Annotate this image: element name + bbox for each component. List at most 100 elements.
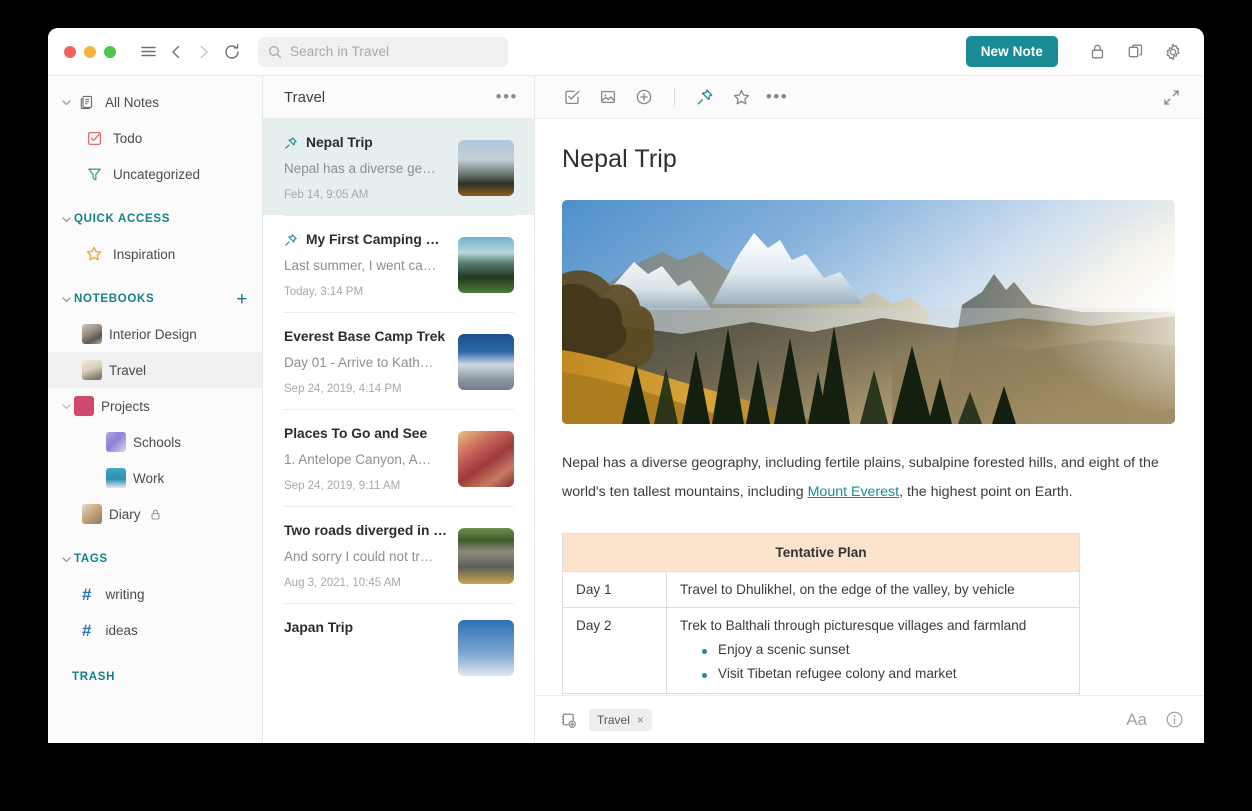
notebook-thumb-icon bbox=[106, 432, 126, 452]
list-item[interactable]: My First Camping … Last summer, I went c… bbox=[263, 216, 534, 312]
table-header-row: Tentative Plan bbox=[563, 534, 1080, 572]
list-item[interactable]: Two roads diverged in … And sorry I coul… bbox=[263, 507, 534, 603]
image-icon[interactable] bbox=[593, 82, 623, 112]
chevron-down-icon[interactable] bbox=[58, 97, 74, 108]
new-note-button[interactable]: New Note bbox=[966, 36, 1058, 67]
note-editor: ••• Nepal Trip bbox=[535, 76, 1204, 743]
list-item-thumbnail bbox=[458, 620, 514, 676]
app-window: Search in Travel New Note bbox=[48, 28, 1204, 743]
plus-circle-icon[interactable] bbox=[629, 82, 659, 112]
chevron-left-icon[interactable] bbox=[162, 38, 190, 66]
add-notebook-button[interactable]: + bbox=[236, 290, 248, 309]
info-icon[interactable] bbox=[1165, 710, 1184, 729]
sidebar-item-diary[interactable]: Diary bbox=[48, 496, 262, 532]
add-notebook-icon[interactable] bbox=[559, 711, 577, 729]
editor-content[interactable]: Nepal Trip bbox=[535, 119, 1204, 695]
table-cell-day: Day 2 bbox=[563, 608, 667, 694]
gear-icon[interactable] bbox=[1156, 37, 1190, 67]
chevron-down-icon[interactable] bbox=[58, 214, 74, 225]
lock-icon bbox=[149, 508, 162, 521]
section-label: NOTEBOOKS bbox=[74, 293, 154, 305]
star-outline-icon[interactable] bbox=[726, 82, 756, 112]
hero-image bbox=[562, 200, 1175, 424]
sidebar-item-tag-writing[interactable]: # writing bbox=[48, 576, 262, 612]
sidebar-item-schools[interactable]: Schools bbox=[48, 424, 262, 460]
titlebar-actions: New Note bbox=[966, 36, 1190, 67]
sidebar-item-todo[interactable]: Todo bbox=[48, 120, 262, 156]
list-item-date: Sep 24, 2019, 4:14 PM bbox=[284, 383, 448, 395]
note-list-header: Travel ••• bbox=[263, 76, 534, 119]
close-window-button[interactable] bbox=[64, 46, 76, 58]
hash-icon: # bbox=[82, 586, 91, 603]
ellipsis-icon[interactable]: ••• bbox=[496, 87, 518, 107]
pin-icon[interactable] bbox=[690, 82, 720, 112]
sidebar-item-inspiration[interactable]: Inspiration bbox=[48, 236, 262, 272]
chevron-down-icon[interactable] bbox=[58, 554, 74, 565]
sidebar-item-all-notes[interactable]: All Notes bbox=[48, 84, 262, 120]
editor-footer-actions: Aa bbox=[1126, 710, 1184, 730]
expand-arrows-icon[interactable] bbox=[1156, 82, 1186, 112]
tag-chip-travel[interactable]: Travel × bbox=[589, 709, 652, 731]
list-item-title: Everest Base Camp Trek bbox=[284, 329, 445, 344]
table-cell-detail: Travel to Dhulikhel, on the edge of the … bbox=[667, 572, 1080, 608]
maximize-window-button[interactable] bbox=[104, 46, 116, 58]
sidebar-item-label: Schools bbox=[133, 435, 181, 450]
sidebar-item-interior-design[interactable]: Interior Design bbox=[48, 316, 262, 352]
list-item-date: Aug 3, 2021, 10:45 AM bbox=[284, 577, 448, 589]
checklist-icon[interactable] bbox=[557, 82, 587, 112]
list-item[interactable]: Places To Go and See 1. Antelope Canyon,… bbox=[263, 410, 534, 506]
sidebar-item-label: Interior Design bbox=[109, 327, 197, 342]
list-item[interactable]: Nepal Trip Nepal has a diverse ge… Feb 1… bbox=[263, 119, 534, 215]
screen: Search in Travel New Note bbox=[0, 0, 1252, 811]
list-item[interactable]: Japan Trip bbox=[263, 604, 534, 690]
notebook-thumb-icon bbox=[82, 504, 102, 524]
sidebar-section-tags[interactable]: TAGS bbox=[48, 542, 262, 576]
sidebar-item-uncategorized[interactable]: Uncategorized bbox=[48, 156, 262, 192]
list-item-title: Japan Trip bbox=[284, 620, 353, 635]
minimize-window-button[interactable] bbox=[84, 46, 96, 58]
list-item-title: Two roads diverged in … bbox=[284, 523, 447, 538]
sidebar-item-label: Uncategorized bbox=[113, 167, 200, 182]
section-label: QUICK ACCESS bbox=[74, 213, 170, 225]
editor-footer: Travel × Aa bbox=[535, 695, 1204, 743]
hamburger-icon[interactable] bbox=[134, 38, 162, 66]
search-input[interactable]: Search in Travel bbox=[258, 37, 508, 67]
ellipsis-icon[interactable]: ••• bbox=[762, 82, 792, 112]
list-item-snippet: Day 01 - Arrive to Kath… bbox=[284, 355, 448, 370]
list-item[interactable]: Everest Base Camp Trek Day 01 - Arrive t… bbox=[263, 313, 534, 409]
list-item-thumbnail bbox=[458, 237, 514, 293]
pin-icon bbox=[284, 136, 298, 150]
sidebar-section-notebooks[interactable]: NOTEBOOKS + bbox=[48, 282, 262, 316]
refresh-icon[interactable] bbox=[218, 38, 246, 66]
sidebar-item-work[interactable]: Work bbox=[48, 460, 262, 496]
note-list-items[interactable]: Nepal Trip Nepal has a diverse ge… Feb 1… bbox=[263, 119, 534, 743]
sidebar-item-label: All Notes bbox=[105, 95, 159, 110]
remove-tag-icon[interactable]: × bbox=[637, 713, 644, 727]
note-list-title: Travel bbox=[284, 89, 325, 106]
list-item-title: Places To Go and See bbox=[284, 426, 427, 441]
sidebar-item-label: Travel bbox=[109, 363, 146, 378]
table-row: Day 2 Trek to Balthali through picturesq… bbox=[563, 608, 1080, 694]
sidebar-section-quick-access[interactable]: QUICK ACCESS bbox=[48, 202, 262, 236]
chevron-down-icon[interactable] bbox=[58, 294, 74, 305]
font-size-button[interactable]: Aa bbox=[1126, 710, 1147, 730]
window-controls bbox=[64, 46, 116, 58]
sidebar-item-trash[interactable]: TRASH bbox=[48, 660, 262, 694]
list-item-snippet: Last summer, I went ca… bbox=[284, 258, 448, 273]
mount-everest-link[interactable]: Mount Everest bbox=[808, 484, 899, 500]
sidebar-item-label: Work bbox=[133, 471, 164, 486]
chevron-right-icon[interactable] bbox=[190, 38, 218, 66]
duplicate-icon[interactable] bbox=[1118, 37, 1152, 67]
note-list-panel: Travel ••• Nepal Trip bbox=[263, 76, 535, 743]
lock-icon[interactable] bbox=[1080, 37, 1114, 67]
section-label: TAGS bbox=[74, 553, 108, 565]
sidebar-item-projects[interactable]: Projects bbox=[48, 388, 262, 424]
chevron-down-icon[interactable] bbox=[58, 401, 74, 412]
bullet-item: Visit Tibetan refugee colony and market bbox=[700, 666, 1066, 681]
sidebar-item-label: writing bbox=[105, 587, 144, 602]
title-bar: Search in Travel New Note bbox=[48, 28, 1204, 76]
sidebar-item-tag-ideas[interactable]: # ideas bbox=[48, 612, 262, 648]
star-icon bbox=[82, 245, 106, 263]
table-cell-text: Trek to Balthali through picturesque vil… bbox=[680, 618, 1026, 633]
sidebar-item-travel[interactable]: Travel bbox=[48, 352, 262, 388]
